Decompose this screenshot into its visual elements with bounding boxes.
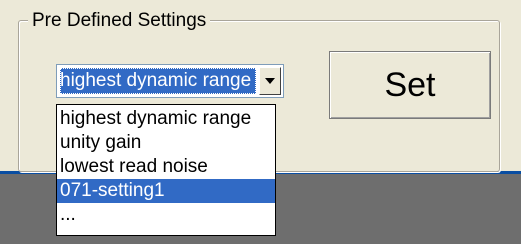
chevron-down-icon [265,78,275,84]
settings-dropdown-list[interactable]: highest dynamic range unity gain lowest … [56,104,276,236]
dropdown-option[interactable]: ... [57,203,275,227]
combo-value-text: highest dynamic range [60,70,252,91]
set-button[interactable]: Set [329,51,491,119]
group-title: Pre Defined Settings [28,10,211,32]
dropdown-option-selected[interactable]: 071-setting1 [57,179,275,203]
dropdown-option[interactable]: highest dynamic range [57,107,275,131]
combo-selected-value[interactable]: highest dynamic range [60,68,256,94]
dropdown-option[interactable]: unity gain [57,131,275,155]
settings-combobox[interactable]: highest dynamic range [56,64,284,98]
combo-dropdown-button[interactable] [259,67,281,95]
dropdown-option[interactable]: lowest read noise [57,155,275,179]
